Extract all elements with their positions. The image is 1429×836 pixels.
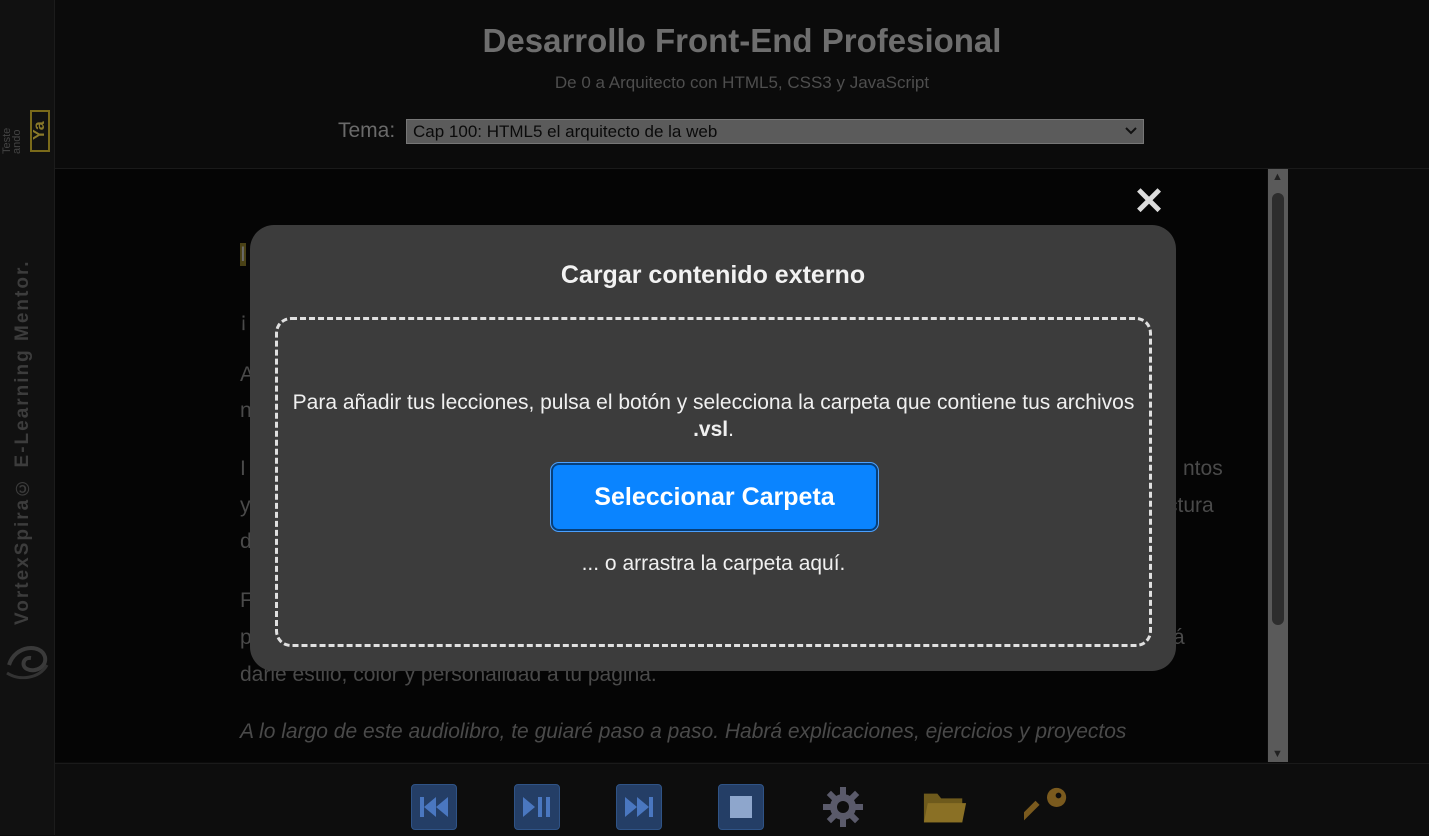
scroll-down-icon[interactable]: ▼ — [1272, 748, 1283, 760]
folder-dropzone[interactable]: Para añadir tus lecciones, pulsa el botó… — [275, 317, 1152, 647]
instructions-text: Para añadir tus lecciones, pulsa el botó… — [292, 391, 1135, 414]
page-title: Desarrollo Front-End Profesional — [482, 22, 1002, 59]
gear-icon — [823, 787, 863, 827]
brand-badge-ya: Ya — [30, 110, 50, 152]
folder-icon — [923, 793, 967, 823]
content-line: ¡ — [240, 309, 247, 332]
play-pause-button[interactable] — [514, 784, 560, 830]
vertical-brand-text: VortexSpira© E-Learning Mentor. — [12, 259, 33, 625]
scroll-up-icon[interactable]: ▲ — [1272, 171, 1283, 183]
key-icon — [1024, 787, 1067, 823]
chevron-down-icon — [1125, 120, 1137, 150]
player-controls — [55, 763, 1429, 836]
fast-forward-button[interactable] — [616, 784, 662, 830]
tema-select[interactable]: Cap 100: HTML5 el arquitecto de la web — [406, 119, 1144, 144]
license-key-button[interactable] — [1024, 784, 1070, 830]
play-pause-icon — [523, 797, 550, 817]
open-folder-button[interactable] — [922, 784, 968, 830]
header: Desarrollo Front-End Profesional De 0 a … — [55, 0, 1429, 169]
stop-icon — [730, 796, 752, 818]
content-line: A lo largo de este audiolibro, te guiaré… — [240, 720, 1127, 743]
rewind-icon — [420, 797, 448, 817]
stop-button[interactable] — [718, 784, 764, 830]
settings-button[interactable] — [820, 784, 866, 830]
content-line: I — [240, 243, 246, 266]
content-scrollbar[interactable]: ▲ ▼ — [1268, 169, 1288, 762]
sidebar: Teste ando Ya VortexSpira© E-Learning Me… — [0, 0, 55, 835]
tema-select-value: Cap 100: HTML5 el arquitecto de la web — [413, 122, 718, 141]
brand-badge: Teste ando Ya — [1, 108, 52, 154]
content-line: I — [240, 457, 246, 480]
instructions-end: . — [728, 418, 734, 441]
modal-title: Cargar contenido externo — [560, 261, 866, 289]
tema-label: Tema: — [338, 119, 396, 142]
rewind-button[interactable] — [411, 784, 457, 830]
page-subtitle: De 0 a Arquitecto con HTML5, CSS3 y Java… — [554, 73, 930, 92]
swirl-logo-icon — [6, 646, 49, 680]
content-line: y — [240, 494, 251, 517]
load-content-modal: Cargar contenido externo Para añadir tus… — [250, 225, 1176, 671]
select-folder-button[interactable]: Seleccionar Carpeta — [550, 462, 879, 532]
close-modal-icon[interactable]: ✕ — [1130, 183, 1168, 221]
drag-hint: ... o arrastra la carpeta aquí. — [581, 552, 846, 575]
fast-forward-icon — [625, 797, 653, 817]
brand-badge-text: Teste ando — [1, 127, 23, 154]
scrollbar-thumb[interactable] — [1272, 193, 1284, 625]
modal-instructions: Para añadir tus lecciones, pulsa el botó… — [278, 389, 1149, 443]
file-extension: .vsl — [693, 418, 729, 441]
content-line: ntos — [1183, 457, 1223, 480]
right-gutter — [1289, 169, 1429, 762]
